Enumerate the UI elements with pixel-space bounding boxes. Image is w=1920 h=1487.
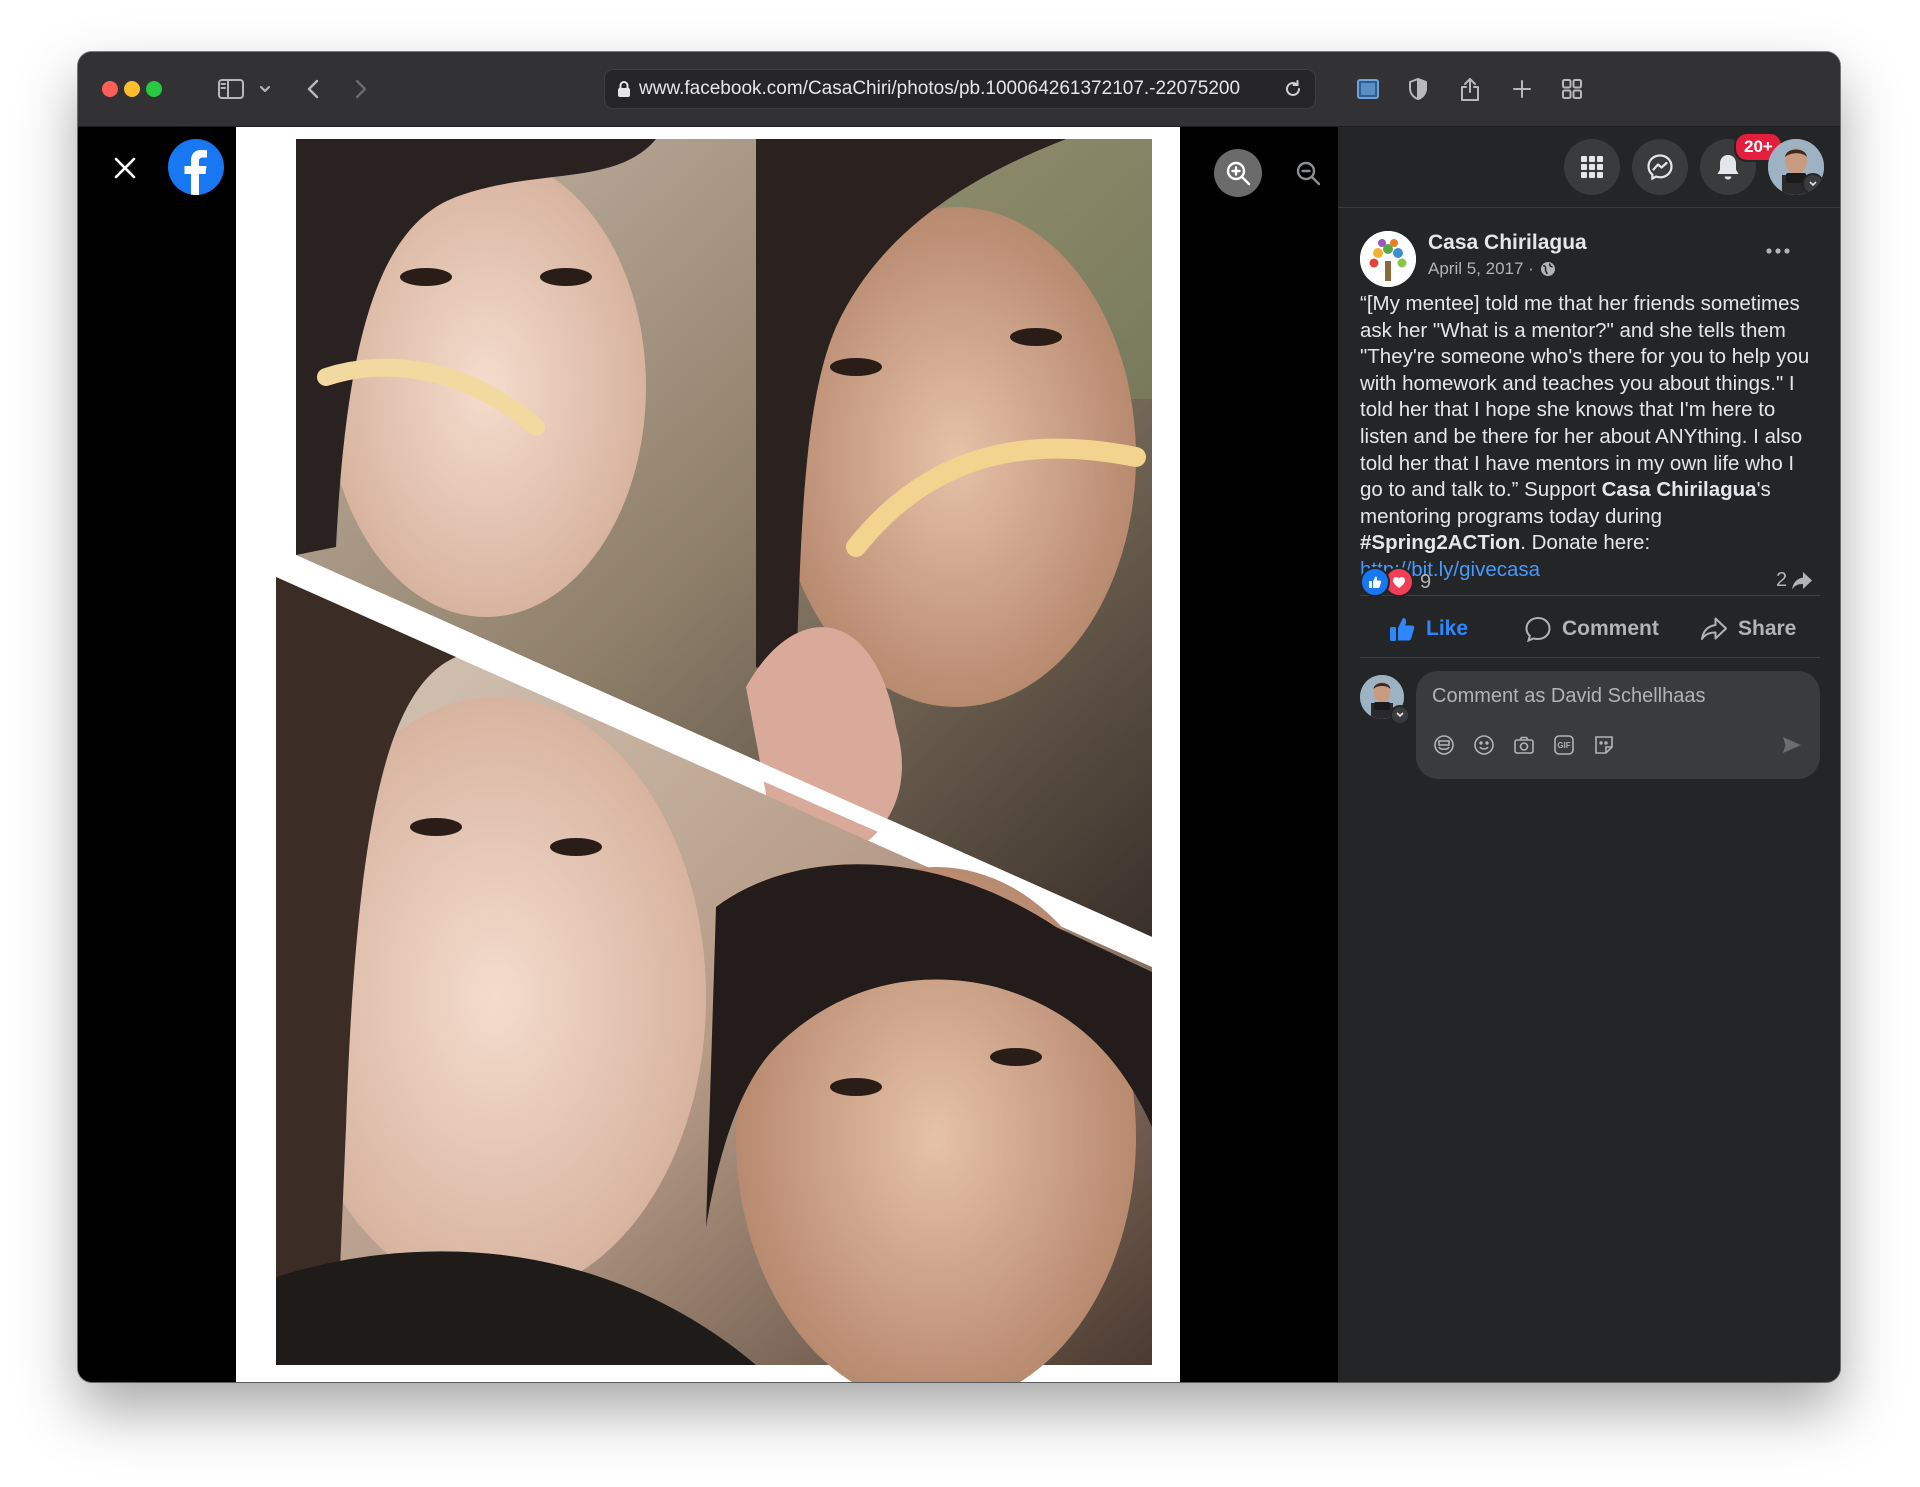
photo-viewer [78,127,1387,1382]
sidebar-toggle-icon[interactable] [214,74,248,104]
extension-icon[interactable] [1354,74,1382,104]
sticker-icon[interactable] [1590,731,1618,759]
zoom-window-button[interactable] [146,81,162,97]
like-label: Like [1426,617,1469,640]
like-reaction-icon [1360,567,1390,597]
post-timestamp[interactable]: April 5, 2017 · [1428,259,1556,279]
privacy-shield-icon[interactable] [1404,74,1432,104]
url-text: www.facebook.com/CasaChiri/photos/pb.100… [639,78,1241,99]
zoom-in-icon[interactable] [1214,149,1262,197]
post-text-part: “[My mentee] told me that her friends so… [1360,292,1810,502]
globe-icon [1540,261,1556,277]
post-panel: 20+ Casa Chirilagua April 5, 2017 · “[My… [1338,127,1840,1382]
browser-window: www.facebook.com/CasaChiri/photos/pb.100… [78,52,1840,1382]
post-date-text: April 5, 2017 · [1428,259,1534,278]
hashtag-link[interactable]: #Spring2ACTion [1360,531,1520,554]
share-arrow-icon [1791,571,1813,591]
camera-icon[interactable] [1510,731,1538,759]
page-mention[interactable]: Casa Chirilagua [1602,478,1757,501]
more-options-icon[interactable] [1758,231,1798,271]
divider [1360,657,1820,658]
collage-image [276,139,1152,1382]
messenger-icon[interactable] [1632,139,1688,195]
share-page-icon[interactable] [1456,74,1484,104]
back-button[interactable] [300,74,326,104]
address-bar[interactable]: www.facebook.com/CasaChiri/photos/pb.100… [604,69,1316,109]
tab-overview-icon[interactable] [1558,74,1586,104]
send-icon[interactable] [1778,731,1806,759]
comment-button[interactable]: Comment [1524,603,1659,655]
chevron-down-icon[interactable] [256,74,274,104]
share-count-text: 2 [1776,569,1788,591]
chevron-down-icon[interactable] [1390,705,1410,725]
browser-toolbar: www.facebook.com/CasaChiri/photos/pb.100… [78,52,1840,127]
divider [1338,207,1840,208]
page-name[interactable]: Casa Chirilagua [1428,231,1587,255]
facebook-logo[interactable] [168,139,224,195]
like-button[interactable]: Like [1388,603,1468,655]
thumbs-up-icon [1388,615,1416,643]
avatar-sticker-icon[interactable] [1430,731,1458,759]
share-count[interactable]: 2 [1776,569,1813,592]
post-photo[interactable] [236,127,1180,1382]
divider [1360,595,1820,596]
comment-placeholder: Comment as David Schellhaas [1432,685,1706,707]
close-icon[interactable] [108,151,142,185]
post-message: “[My mentee] told me that her friends so… [1360,291,1820,584]
gif-icon[interactable]: GIF [1550,731,1578,759]
lock-icon [617,80,631,98]
page-avatar[interactable] [1360,231,1416,287]
chevron-down-icon[interactable] [1802,173,1824,195]
comment-label: Comment [1562,617,1659,640]
close-window-button[interactable] [102,81,118,97]
minimize-window-button[interactable] [124,81,140,97]
post-text-part: . Donate here: [1520,531,1651,555]
emoji-icon[interactable] [1470,731,1498,759]
forward-button[interactable] [348,74,374,104]
account-avatar[interactable] [1768,139,1824,195]
reaction-summary[interactable]: 9 [1360,567,1431,597]
grid-menu-icon[interactable] [1564,139,1620,195]
comment-bubble-icon [1524,615,1552,643]
reload-icon[interactable] [1283,79,1303,99]
gif-label: GIF [1557,740,1571,750]
share-button[interactable]: Share [1700,603,1796,655]
share-icon [1700,616,1728,642]
reaction-count: 9 [1420,570,1432,593]
new-tab-icon[interactable] [1508,74,1536,104]
share-label: Share [1738,617,1797,640]
zoom-out-icon[interactable] [1284,149,1332,197]
comment-input[interactable]: Comment as David Schellhaas GIF [1416,671,1820,779]
